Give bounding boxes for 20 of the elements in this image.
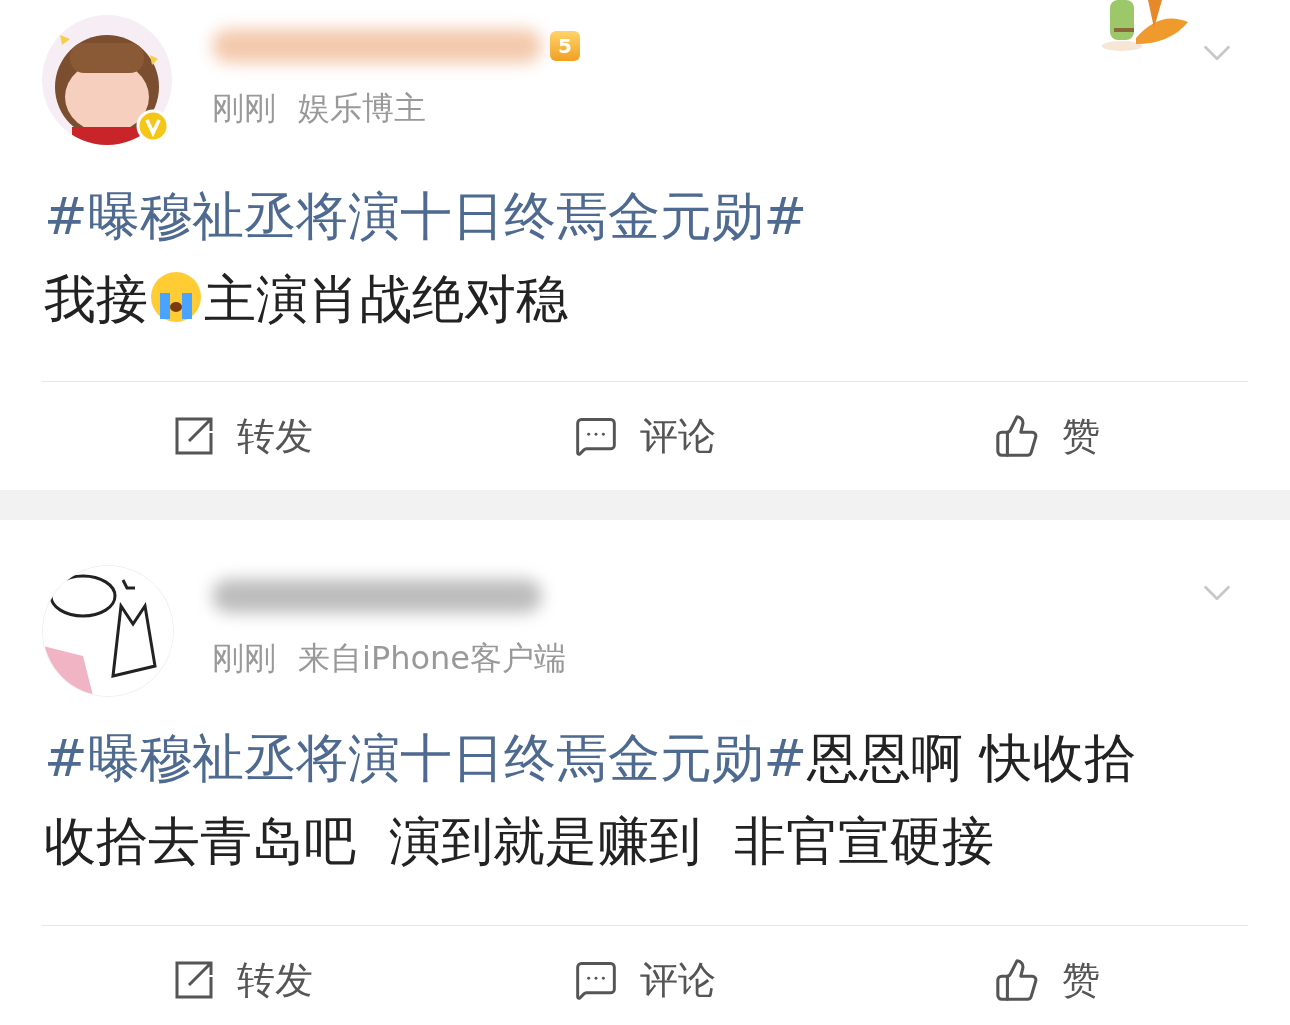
like-button[interactable]: 赞 — [846, 926, 1248, 1025]
post-time: 刚刚 — [212, 638, 276, 679]
comment-button[interactable]: 评论 — [444, 382, 846, 490]
like-button[interactable]: 赞 — [846, 382, 1248, 490]
hashtag-link[interactable]: #曝穆祉丞将演十日终焉金元勋# — [44, 728, 808, 788]
post-source: 来自iPhone客户端 — [298, 638, 566, 679]
hashtag-link[interactable]: #曝穆祉丞将演十日终焉金元勋# — [44, 186, 808, 246]
repost-button[interactable]: 转发 — [42, 926, 444, 1025]
repost-icon — [173, 959, 215, 1001]
comment-button[interactable]: 评论 — [444, 926, 846, 1025]
thumbs-up-icon — [994, 957, 1040, 1003]
post-source: 娱乐博主 — [298, 88, 426, 129]
repost-button[interactable]: 转发 — [42, 382, 444, 490]
post-text: #曝穆祉丞将演十日终焉金元勋#恩恩啊 快收拾收拾去青岛吧 演到就是赚到 非官宣硬接 — [44, 727, 1137, 873]
repost-icon — [173, 415, 215, 457]
crying-emoji-icon — [148, 269, 204, 325]
thumbs-up-icon — [994, 413, 1040, 459]
level-badge: 5 — [550, 31, 580, 61]
post-time: 刚刚 — [212, 88, 276, 129]
post-text: 我接 主演肖战绝对稳 — [44, 268, 569, 331]
